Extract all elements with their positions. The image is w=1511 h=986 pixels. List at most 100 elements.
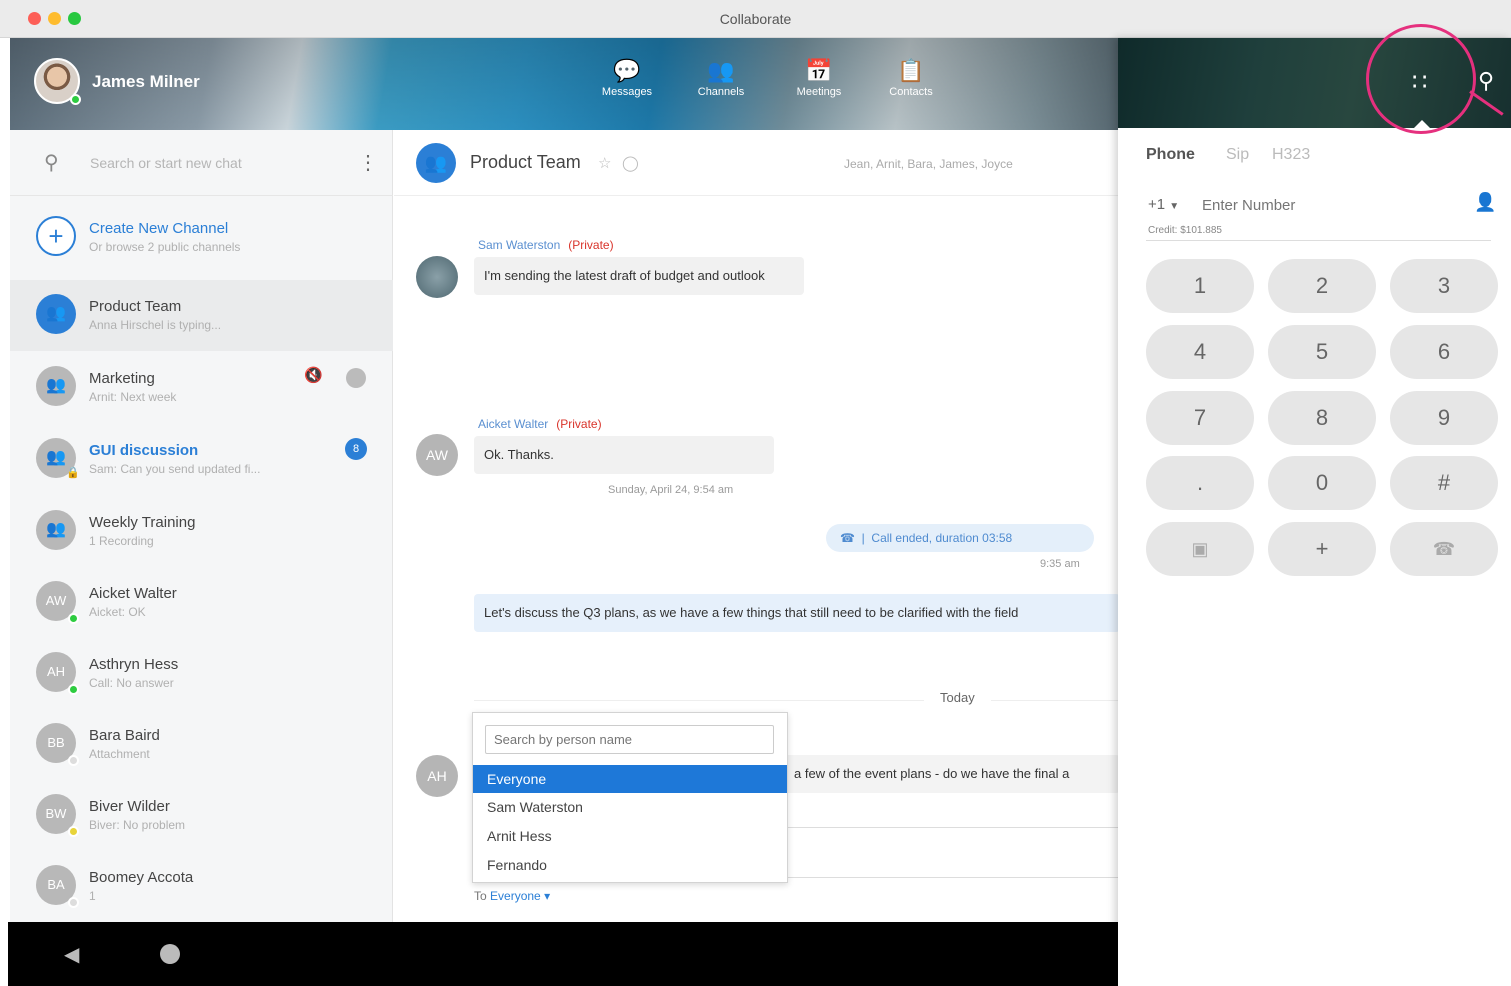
to-label: To [474, 889, 487, 903]
message-bubble: Let's discuss the Q3 plans, as we have a… [474, 594, 1120, 632]
country-code: +1 [1148, 196, 1166, 213]
item-sub: 1 Recording [89, 534, 154, 548]
phone-dialer-panel: ∷ ⚲ Phone Sip H323 +1 ▼ 👤 Credit: $101.8… [1118, 24, 1511, 962]
channels-icon: 👥 [707, 58, 735, 83]
dial-key-4[interactable]: 4 [1146, 325, 1254, 379]
video-camera-icon: ▣ [1191, 539, 1209, 559]
list-item-boomey-accota[interactable]: BA Boomey Accota 1 [10, 851, 393, 922]
nav-messages-label: Messages [601, 86, 653, 98]
private-tag: (Private) [568, 238, 614, 252]
option-person[interactable]: Sam Waterston [473, 793, 787, 821]
chat-title: Product Team [470, 152, 581, 172]
message-sender: Sam Waterston (Private) [478, 238, 614, 252]
avatar: AW [416, 434, 458, 476]
unread-dot [346, 368, 366, 388]
dial-key-8[interactable]: 8 [1268, 391, 1376, 445]
country-code-select[interactable]: +1 ▼ [1148, 196, 1179, 213]
item-name: Create New Channel [89, 220, 229, 237]
recipient-selector[interactable]: To Everyone ▾ [474, 889, 550, 903]
nav-channels-label: Channels [697, 86, 745, 98]
channel-icon: 👥 [36, 294, 76, 334]
search-icon: ⚲ [44, 152, 59, 174]
number-input[interactable] [1202, 192, 1452, 218]
nav-meetings[interactable]: 📅 Meetings [774, 58, 864, 98]
call-button[interactable]: ☎ [1390, 522, 1498, 576]
date-divider [474, 700, 1120, 701]
dial-key-3[interactable]: 3 [1390, 259, 1498, 313]
nav-messages[interactable]: 💬 Messages [582, 58, 672, 98]
dial-key-0[interactable]: 0 [1268, 456, 1376, 510]
dial-key-6[interactable]: 6 [1390, 325, 1498, 379]
item-sub: Biver: No problem [89, 818, 186, 832]
window-titlebar: Collaborate [0, 0, 1511, 38]
home-icon[interactable] [160, 944, 180, 964]
contact-picker-icon[interactable]: 👤 [1474, 192, 1496, 213]
star-icon[interactable]: ☆ [598, 154, 611, 172]
list-item-bara-baird[interactable]: BB Bara Baird Attachment [10, 709, 393, 780]
online-status-dot [68, 613, 79, 624]
option-person[interactable]: Arnit Hess [473, 822, 787, 850]
search-input[interactable]: Search or start new chat [90, 155, 242, 171]
item-name: Bara Baird [89, 727, 160, 744]
dial-key-dot[interactable]: . [1146, 456, 1254, 510]
video-call-button[interactable]: ▣ [1146, 522, 1254, 576]
muted-icon: 🔇 [304, 367, 323, 384]
user-name[interactable]: James Milner [92, 72, 200, 92]
sender-name: Sam Waterston [478, 238, 561, 252]
tab-phone[interactable]: Phone [1146, 146, 1195, 164]
date-separator: Today [924, 690, 991, 705]
contacts-icon: 📋 [897, 58, 925, 83]
item-name: Asthryn Hess [89, 656, 179, 673]
online-status-dot [70, 94, 81, 105]
list-item-biver-wilder[interactable]: BW Biver Wilder Biver: No problem [10, 780, 393, 851]
list-item-product-team[interactable]: 👥 Product Team Anna Hirschel is typing..… [10, 280, 393, 351]
credit-balance: Credit: $101.885 [1148, 225, 1222, 236]
back-icon[interactable]: ◀ [64, 942, 79, 967]
list-item-aicket-walter[interactable]: AW Aicket Walter Aicket: OK [10, 567, 393, 638]
item-name: Boomey Accota [89, 869, 194, 886]
online-status-dot [68, 684, 79, 695]
option-everyone[interactable]: Everyone [473, 765, 787, 793]
item-name: Marketing [89, 370, 155, 387]
sidebar-search: ⚲ Search or start new chat ⋮ [10, 130, 393, 196]
item-sub: Or browse 2 public channels [89, 240, 241, 254]
nav-contacts-label: Contacts [889, 86, 933, 98]
item-sub: Call: No answer [89, 676, 174, 690]
dial-key-2[interactable]: 2 [1268, 259, 1376, 313]
window-title: Collaborate [719, 11, 792, 27]
dial-key-1[interactable]: 1 [1146, 259, 1254, 313]
dial-key-plus[interactable]: + [1268, 522, 1376, 576]
list-item-marketing[interactable]: 👥 Marketing Arnit: Next week 🔇 [10, 352, 393, 423]
list-item-weekly-training[interactable]: 👥 Weekly Training 1 Recording [10, 496, 393, 567]
list-item-gui-discussion[interactable]: 👥 🔒 GUI discussion Sam: Can you send upd… [10, 424, 393, 495]
search-icon[interactable]: ⚲ [1478, 68, 1494, 94]
to-value[interactable]: Everyone [490, 889, 541, 903]
item-sub: Attachment [89, 747, 150, 761]
nav-contacts[interactable]: 📋 Contacts [866, 58, 956, 98]
list-item-asthryn-hess[interactable]: AH Asthryn Hess Call: No answer [10, 638, 393, 709]
option-person[interactable]: Fernando [473, 851, 787, 879]
create-channel-item[interactable]: + Create New Channel Or browse 2 public … [10, 202, 393, 273]
more-options-icon[interactable]: ⋮ [358, 150, 378, 175]
tab-h323[interactable]: H323 [1272, 146, 1310, 164]
item-sub: Anna Hirschel is typing... [89, 318, 222, 332]
item-name: Weekly Training [89, 514, 196, 531]
call-ended-pill[interactable]: ☎ | Call ended, duration 03:58 [826, 524, 1094, 552]
pointer-caret [1413, 120, 1431, 129]
nav-channels[interactable]: 👥 Channels [676, 58, 766, 98]
dial-key-5[interactable]: 5 [1268, 325, 1376, 379]
member-list[interactable]: Jean, Arnit, Bara, James, Joyce [844, 157, 1013, 171]
item-name: Product Team [89, 298, 182, 315]
dial-key-hash[interactable]: # [1390, 456, 1498, 510]
message-timestamp: Sunday, April 24, 9:54 am [608, 484, 734, 496]
channel-icon: 👥 [416, 143, 456, 183]
chat-header: 👥 Product Team ☆ ◯ Jean, Arnit, Bara, Ja… [394, 130, 1120, 196]
plus-icon: + [36, 216, 76, 256]
dial-key-7[interactable]: 7 [1146, 391, 1254, 445]
meetings-icon: 📅 [805, 58, 833, 83]
person-search-input[interactable] [485, 725, 774, 754]
offline-status-dot [68, 755, 79, 766]
info-icon[interactable]: ◯ [622, 154, 639, 172]
dial-key-9[interactable]: 9 [1390, 391, 1498, 445]
tab-sip[interactable]: Sip [1226, 146, 1249, 164]
